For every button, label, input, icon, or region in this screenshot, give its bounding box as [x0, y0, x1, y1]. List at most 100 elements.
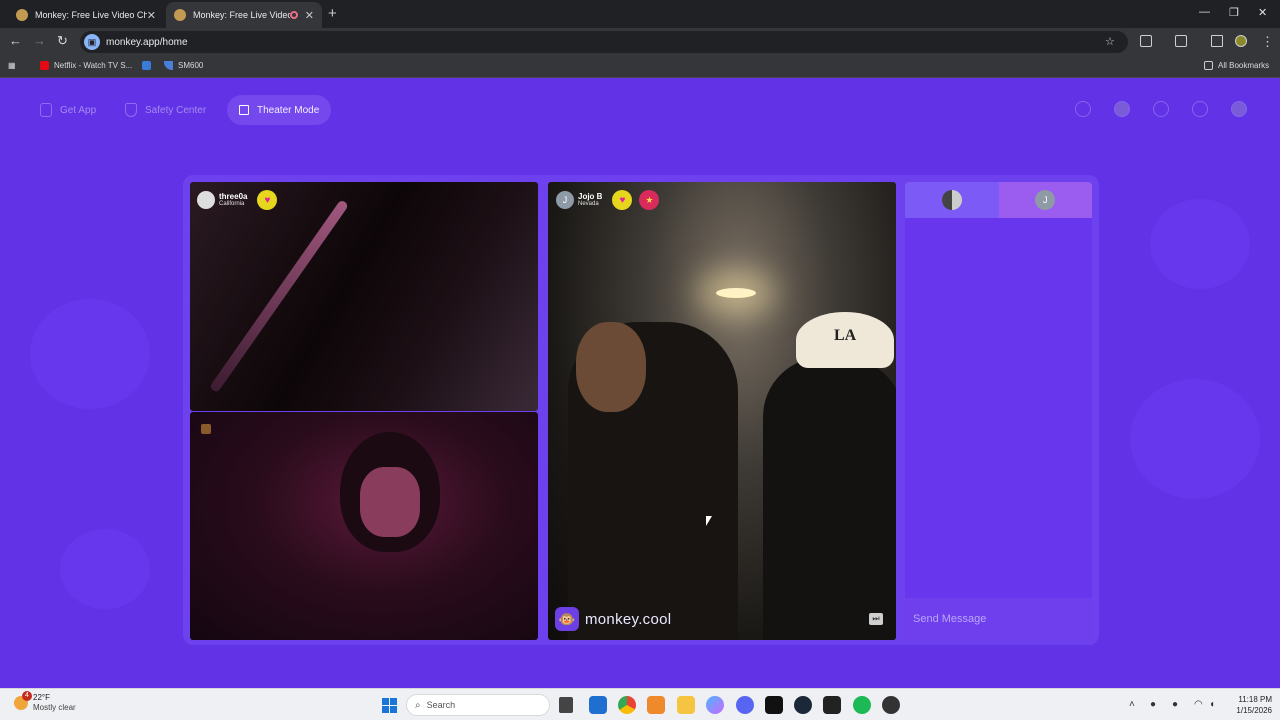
url-field[interactable]: ▣ monkey.app/home	[80, 31, 1128, 53]
coin-icon[interactable]	[1114, 101, 1130, 117]
search-placeholder: Search	[426, 700, 456, 710]
apps-grid-icon[interactable]: ▦	[8, 61, 16, 70]
send-message-box	[905, 598, 1092, 640]
maximize-icon[interactable]: ❐	[1229, 6, 1239, 19]
profile-avatar[interactable]	[1235, 35, 1247, 47]
video-content	[716, 288, 756, 298]
back-icon[interactable]: ←	[9, 33, 22, 48]
copilot-icon[interactable]	[706, 696, 724, 714]
bookmark-label: Netflix - Watch TV S...	[54, 61, 133, 70]
user-chip-right[interactable]: J Jojo B Nevada ♥ ★	[556, 190, 660, 210]
clock-date: 1/15/2026	[1236, 706, 1272, 715]
weather-icon: 4	[14, 691, 32, 710]
bookmark-netflix[interactable]: Netflix - Watch TV S...	[40, 61, 132, 70]
clock-time: 11:18 PM	[1238, 695, 1272, 704]
taskbar-clock[interactable]: 11:18 PM 1/15/2026	[1228, 694, 1272, 716]
minimize-icon[interactable]: —	[1199, 6, 1210, 18]
all-bookmarks-button[interactable]: All Bookmarks	[1204, 61, 1269, 70]
user-location: Nevada	[578, 201, 599, 207]
theater-mode-button[interactable]: Theater Mode	[227, 95, 332, 125]
cast-icon[interactable]	[1175, 35, 1187, 47]
tab-title: Monkey: Free Live Video Chat	[35, 10, 147, 20]
reload-icon[interactable]: ↻	[57, 33, 68, 49]
user-info: three0a California	[219, 192, 247, 208]
skip-next-icon[interactable]: ⏭	[869, 613, 883, 625]
file-explorer-icon[interactable]	[677, 696, 695, 714]
watermark-text: monkey.cool	[585, 610, 672, 628]
user-location: California	[219, 201, 245, 207]
wifi-icon[interactable]: ◠	[1194, 699, 1203, 710]
bookmarks-bar: ▦ Netflix - Watch TV S... SM600 All Book…	[0, 56, 1280, 78]
monkey-favicon-icon	[16, 9, 28, 21]
media-controls-icon[interactable]	[1211, 35, 1223, 47]
store-icon[interactable]	[589, 696, 607, 714]
close-tab-icon[interactable]: ✕	[147, 9, 156, 22]
taskbar-search[interactable]: ⌕ Search	[406, 694, 550, 716]
heart-badge-icon[interactable]: ♥	[612, 190, 633, 210]
task-view-icon[interactable]	[559, 697, 573, 713]
weather-temp: 22°F	[33, 693, 50, 702]
monkey-logo-icon: 🐵	[555, 607, 579, 631]
tray-app-icon[interactable]: ●	[1172, 699, 1178, 710]
send-message-input[interactable]	[913, 613, 1083, 625]
self-video	[190, 412, 538, 640]
app-icon[interactable]	[823, 696, 841, 714]
close-window-icon[interactable]: ✕	[1258, 6, 1267, 19]
chat-tab-user[interactable]: J	[998, 182, 1092, 218]
bookmark-sm600[interactable]: SM600	[164, 61, 203, 70]
all-bookmarks-label: All Bookmarks	[1218, 61, 1270, 70]
avatar: J	[1035, 190, 1056, 210]
tray-chevron-icon[interactable]: ˄	[1129, 699, 1135, 710]
start-button[interactable]	[382, 698, 397, 713]
user-chip-left[interactable]: three0a California ♥	[197, 190, 278, 210]
remote-video-left-top	[190, 182, 538, 411]
heart-badge-icon[interactable]: ♥	[257, 190, 278, 210]
spotify-icon[interactable]	[853, 696, 871, 714]
bookmark-label: SM600	[178, 61, 204, 70]
chat-bubble-icon[interactable]	[1192, 101, 1208, 117]
extensions-icon[interactable]	[1140, 35, 1152, 47]
profile-icon[interactable]	[1231, 101, 1247, 117]
app-icon[interactable]	[647, 696, 665, 714]
browser-tab-strip: Monkey: Free Live Video Chat ✕ Monkey: F…	[0, 0, 1280, 28]
gift-badge-icon[interactable]: ★	[639, 190, 660, 210]
username: Jojo B	[578, 192, 603, 201]
search-icon[interactable]	[1075, 101, 1091, 117]
menu-kebab-icon[interactable]: ⋮	[1261, 34, 1274, 50]
steam-icon[interactable]	[794, 696, 812, 714]
tab-title: Monkey: Free Live Video Ch	[193, 10, 290, 20]
group-avatar	[941, 190, 962, 210]
video-content	[360, 467, 420, 537]
recording-icon	[289, 11, 298, 19]
volume-icon[interactable]: ◖	[1209, 699, 1215, 710]
safety-center-button[interactable]: Safety Center	[125, 95, 206, 125]
expand-icon	[239, 105, 249, 115]
avatar: J	[556, 191, 574, 209]
history-icon[interactable]	[1153, 101, 1169, 117]
windows-taskbar: 4 22°F Mostly clear ⌕ Search ˄ ● ● ◠ ◖ 1…	[0, 688, 1280, 720]
weather-condition: Mostly clear	[33, 703, 76, 712]
tray-app-icon[interactable]: ●	[1150, 699, 1156, 710]
chrome-icon[interactable]	[618, 696, 636, 714]
monkey-favicon-icon	[174, 9, 186, 21]
browser-tab[interactable]: Monkey: Free Live Video Chat ✕	[8, 2, 164, 28]
chat-tab-group[interactable]	[905, 182, 999, 218]
close-tab-icon[interactable]: ✕	[305, 9, 314, 22]
app-icon[interactable]	[882, 696, 900, 714]
chat-panel: J	[905, 182, 1092, 640]
site-info-icon[interactable]: ▣	[84, 34, 100, 50]
new-tab-button[interactable]: +	[328, 5, 337, 22]
url-text: monkey.app/home	[106, 36, 188, 48]
weather-text: 22°F Mostly clear	[33, 693, 76, 713]
bookmark-star-icon[interactable]: ☆	[1105, 35, 1115, 48]
remote-video-right: LA	[548, 182, 896, 640]
get-app-label: Get App	[60, 104, 97, 116]
forward-icon[interactable]: →	[33, 33, 46, 48]
cap-logo: LA	[834, 327, 857, 344]
browser-tab-active[interactable]: Monkey: Free Live Video Ch ✕	[166, 2, 322, 28]
bookmark-roblox[interactable]	[142, 61, 156, 70]
weather-widget[interactable]: 4 22°F Mostly clear	[14, 691, 76, 713]
app-icon[interactable]	[765, 696, 783, 714]
get-app-button[interactable]: Get App	[40, 95, 96, 125]
discord-icon[interactable]	[736, 696, 754, 714]
